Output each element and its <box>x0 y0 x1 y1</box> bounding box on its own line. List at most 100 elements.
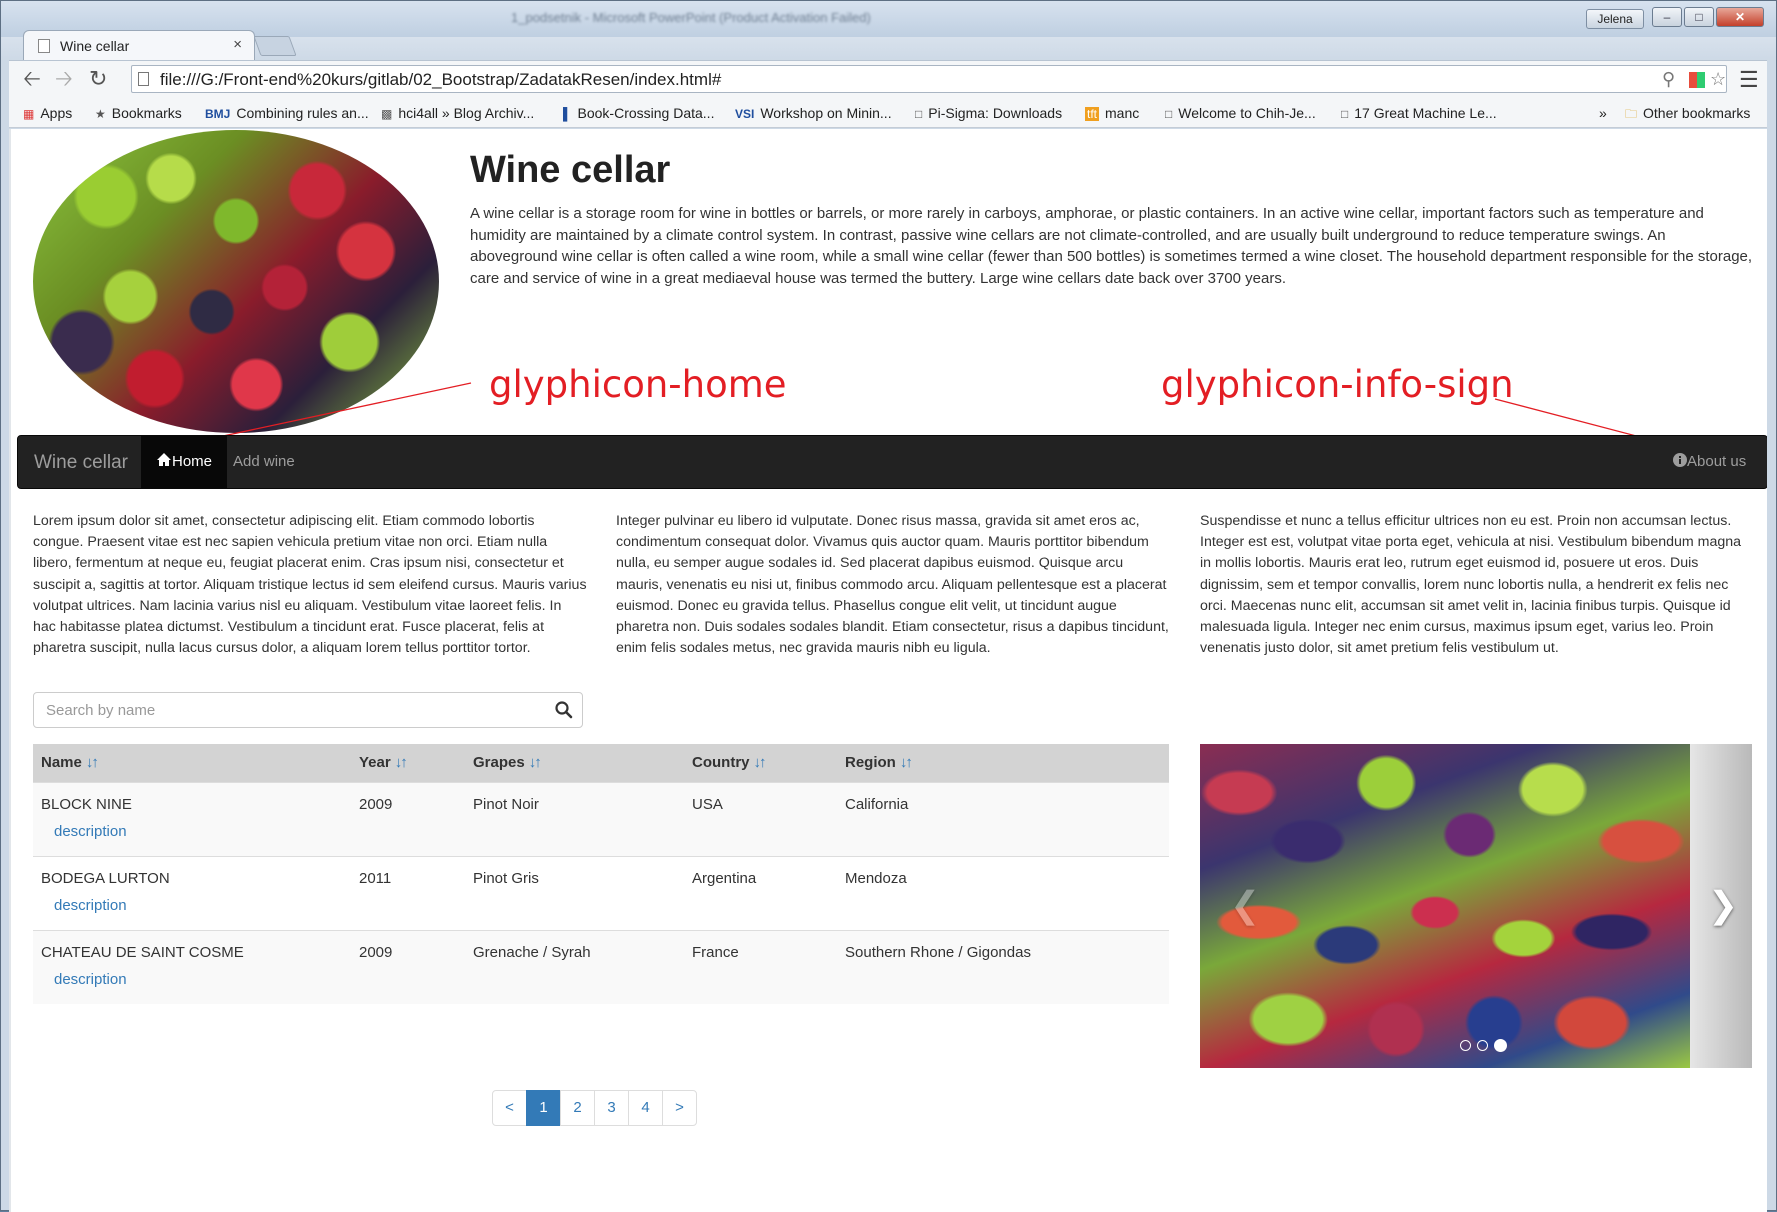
th-label: Region <box>845 754 896 772</box>
annotation-home-label: glyphicon-home <box>489 363 787 406</box>
window-title-bar: 1_podsetnik - Microsoft PowerPoint (Prod… <box>1 1 1776 37</box>
carousel-indicator[interactable] <box>1477 1040 1488 1051</box>
page-icon <box>138 72 149 86</box>
vsi-icon: VSI <box>735 107 755 121</box>
description-link[interactable]: description <box>54 897 343 914</box>
other-bookmarks[interactable]: 🗀 Other bookmarks <box>1625 105 1750 126</box>
pagination: < 1 2 3 4 > <box>492 1090 697 1126</box>
search-input[interactable] <box>34 693 534 727</box>
bookmarks-bar: ▦ Apps ★ Bookmarks BMJ Combining rules an..… <box>9 98 1767 128</box>
menu-icon[interactable]: ☰ <box>1739 67 1759 93</box>
bookmark-item[interactable]: tft manc <box>1085 105 1139 121</box>
bookmark-apps[interactable]: ▦ Apps <box>23 105 72 121</box>
carousel-indicators <box>1460 1039 1507 1052</box>
close-window-button[interactable]: ✕ <box>1716 7 1764 27</box>
browser-window: 1_podsetnik - Microsoft PowerPoint (Prod… <box>0 0 1777 1212</box>
tab-close-icon[interactable]: × <box>233 36 242 53</box>
description-link[interactable]: description <box>54 823 343 840</box>
minimize-button[interactable]: – <box>1652 7 1682 27</box>
bookmark-item[interactable]: ▌ Book-Crossing Data... <box>563 105 714 121</box>
wine-name: BLOCK NINE <box>41 795 132 813</box>
sort-icon[interactable]: ↓↑ <box>900 754 913 771</box>
maximize-button[interactable]: □ <box>1684 7 1714 27</box>
tft-icon: tft <box>1085 107 1100 121</box>
bookmark-item[interactable]: BMJ Combining rules an... <box>205 105 369 121</box>
new-tab-button[interactable] <box>253 36 297 56</box>
th-name[interactable]: Name ↓↑ <box>33 744 351 782</box>
cell-year: 2009 <box>351 929 465 1004</box>
carousel-indicator[interactable] <box>1460 1040 1471 1051</box>
forward-icon[interactable]: 🡢 <box>55 67 73 91</box>
cell-name: BODEGA LURTON description <box>33 855 351 930</box>
bmj-icon: BMJ <box>205 107 231 121</box>
zoom-icon[interactable]: ⚲ <box>1662 69 1675 90</box>
bookmark-item[interactable]: □ Welcome to Chih-Je... <box>1165 105 1316 121</box>
nav-home-label: Home <box>172 453 213 470</box>
navbar: Wine cellar Home Add wine About us <box>17 435 1767 489</box>
address-text[interactable]: file:///G:/Front-end%20kurs/gitlab/02_Bo… <box>160 70 721 90</box>
chevron-right-icon[interactable]: ❯ <box>1708 884 1738 926</box>
star-icon[interactable]: ☆ <box>1710 69 1726 90</box>
bookmark-label: Welcome to Chih-Je... <box>1178 105 1316 121</box>
th-country[interactable]: Country ↓↑ <box>684 744 837 782</box>
cell-year: 2011 <box>351 855 465 930</box>
page-3[interactable]: 3 <box>594 1090 629 1126</box>
page-1[interactable]: 1 <box>526 1090 561 1126</box>
bookmark-item[interactable]: ▩ hci4all » Blog Archiv... <box>381 105 534 121</box>
table-header-row: Name ↓↑ Year ↓↑ Grapes ↓↑ Country ↓↑ Region ↓… <box>33 744 1169 782</box>
cell-region: Southern Rhone / Gigondas <box>837 929 1169 1004</box>
hci-icon: ▩ <box>381 107 393 121</box>
description-link[interactable]: description <box>54 971 343 988</box>
bookmark-label: Pi-Sigma: Downloads <box>928 105 1063 121</box>
sort-icon[interactable]: ↓↑ <box>754 754 767 771</box>
table-row: CHATEAU DE SAINT COSME description 2009 G… <box>33 929 1169 1004</box>
user-badge[interactable]: Jelena <box>1586 9 1644 29</box>
page-icon: □ <box>915 107 923 121</box>
bookmarks-overflow-button[interactable]: » <box>1599 105 1607 121</box>
cell-country: USA <box>684 781 837 856</box>
apps-grid-icon: ▦ <box>23 107 35 121</box>
th-label: Grapes <box>473 754 525 772</box>
back-icon[interactable]: 🡠 <box>23 67 41 91</box>
cell-grapes: Pinot Gris <box>465 855 684 930</box>
page-2[interactable]: 2 <box>560 1090 595 1126</box>
bookmark-label: Bookmarks <box>111 105 182 121</box>
cell-grapes: Grenache / Syrah <box>465 929 684 1004</box>
chevron-left-icon[interactable]: ❮ <box>1230 884 1260 926</box>
bookmark-bookmarks[interactable]: ★ Bookmarks <box>95 105 182 121</box>
th-grapes[interactable]: Grapes ↓↑ <box>465 744 684 782</box>
nav-home[interactable]: Home <box>141 436 228 488</box>
bookmark-label: hci4all » Blog Archiv... <box>398 105 535 121</box>
tab-title: Wine cellar <box>60 38 130 54</box>
bookmark-item[interactable]: VSI Workshop on Minin... <box>735 105 892 121</box>
extension-icon[interactable] <box>1689 72 1705 88</box>
page-prev[interactable]: < <box>492 1090 527 1126</box>
bookmark-label: Combining rules an... <box>236 105 369 121</box>
th-label: Country <box>692 754 750 772</box>
bookmark-label: Other bookmarks <box>1643 105 1751 121</box>
search-icon[interactable] <box>554 700 574 720</box>
cell-region: California <box>837 781 1169 856</box>
page-4[interactable]: 4 <box>628 1090 663 1126</box>
window-controls: – □ ✕ <box>1652 7 1764 27</box>
browser-tab[interactable]: Wine cellar × <box>23 30 255 60</box>
sort-icon[interactable]: ↓↑ <box>395 754 408 771</box>
th-year[interactable]: Year ↓↑ <box>351 744 465 782</box>
address-bar[interactable]: file:///G:/Front-end%20kurs/gitlab/02_Bo… <box>131 65 1727 93</box>
bookmark-item[interactable]: □ 17 Great Machine Le... <box>1341 105 1497 121</box>
navbar-brand[interactable]: Wine cellar <box>34 452 128 474</box>
nav-about-us[interactable]: About us <box>1658 436 1761 488</box>
th-region[interactable]: Region ↓↑ <box>837 744 1169 782</box>
sort-icon[interactable]: ↓↑ <box>86 754 99 771</box>
reload-icon[interactable]: ↻ <box>89 67 107 91</box>
window-title: 1_podsetnik - Microsoft PowerPoint (Prod… <box>511 10 871 25</box>
page-icon <box>38 39 50 53</box>
carousel-indicator-active[interactable] <box>1494 1039 1507 1052</box>
nav-add-wine[interactable]: Add wine <box>218 436 310 488</box>
bookmark-item[interactable]: □ Pi-Sigma: Downloads <box>915 105 1062 121</box>
page-next[interactable]: > <box>662 1090 697 1126</box>
wine-table: Name ↓↑ Year ↓↑ Grapes ↓↑ Country ↓↑ Region ↓… <box>33 744 1169 1004</box>
folder-icon: 🗀 <box>1625 107 1638 121</box>
info-sign-icon <box>1673 453 1687 467</box>
sort-icon[interactable]: ↓↑ <box>529 754 542 771</box>
